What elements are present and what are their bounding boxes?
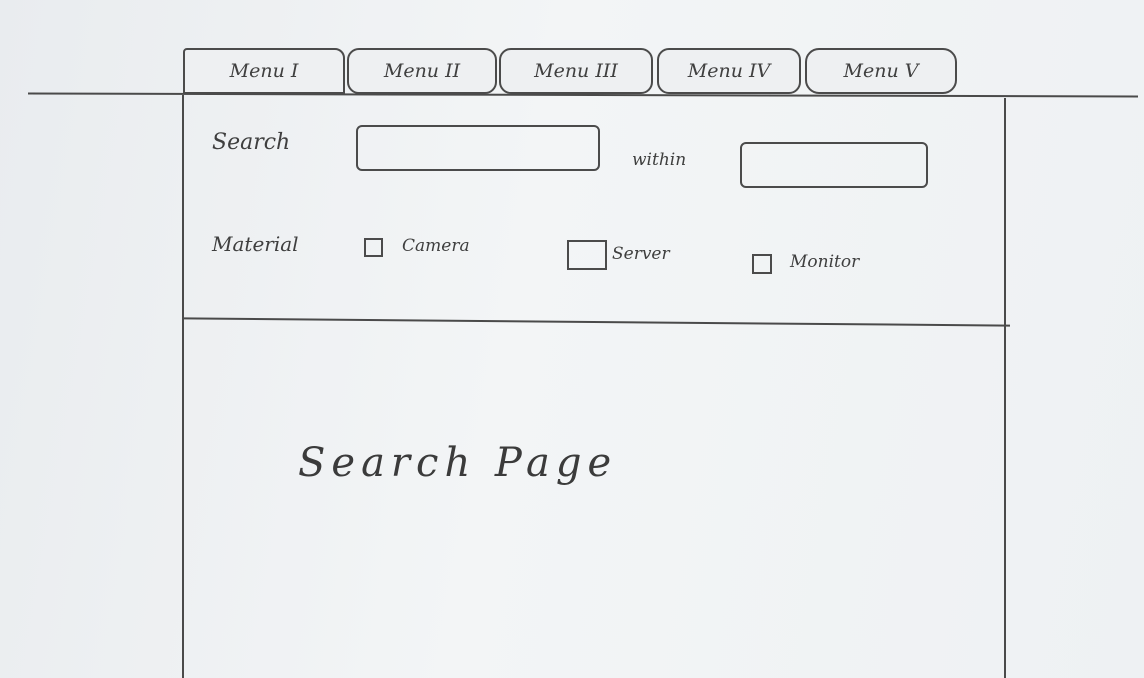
server-checkbox[interactable]: [567, 240, 607, 270]
monitor-label: Monitor: [790, 252, 860, 272]
tab-menu-2[interactable]: Menu II: [347, 48, 497, 94]
tab-menu-4[interactable]: Menu IV: [657, 48, 801, 94]
filter-divider: [184, 317, 1010, 327]
server-label: Server: [612, 244, 670, 264]
within-label: within: [632, 150, 687, 170]
camera-checkbox[interactable]: [364, 238, 383, 257]
tab-menu-3[interactable]: Menu III: [499, 48, 653, 94]
search-input[interactable]: [356, 125, 600, 171]
menu-tabs: Menu I Menu II Menu III Menu IV Menu V: [183, 48, 963, 96]
tab-menu-5[interactable]: Menu V: [805, 48, 957, 94]
tab-menu-1[interactable]: Menu I: [183, 48, 345, 94]
search-label: Search: [212, 130, 291, 155]
material-label: Material: [212, 232, 299, 256]
content-frame-left: [182, 95, 184, 678]
content-frame-right: [1004, 98, 1006, 678]
search-page-title: Search Page: [298, 440, 618, 486]
monitor-checkbox[interactable]: [752, 254, 772, 274]
within-input[interactable]: [740, 142, 928, 188]
camera-label: Camera: [402, 236, 470, 256]
